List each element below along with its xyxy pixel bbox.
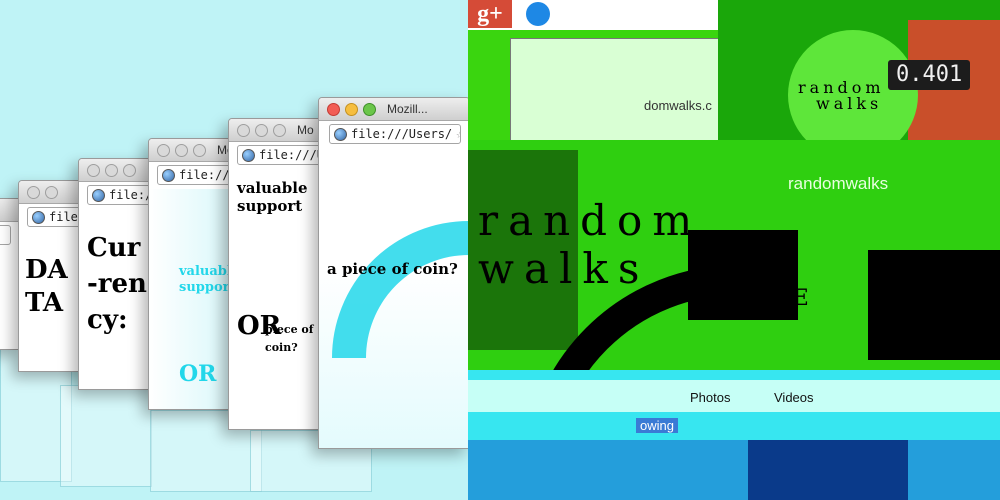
site-word: walks [816,94,883,113]
zoom-dot-icon[interactable] [273,124,286,137]
globe-icon [334,127,347,141]
window-titlebar[interactable]: Mozill... [319,98,469,121]
content-line: support [237,197,303,215]
globe-icon [32,210,45,224]
glitch-art-canvas: file file:/// DA TA file:///U Cur -ren c… [0,0,1000,500]
close-dot-icon[interactable] [27,186,40,199]
site-word-large: random [478,196,703,245]
glitch-block [468,380,1000,412]
minimize-dot-icon[interactable] [345,103,358,116]
content-line: -ren [87,269,147,299]
minimize-dot-icon[interactable] [105,164,118,177]
glitch-collage: g+ random walks 0.401 domwalks.c random … [468,0,1000,500]
content-line: support [179,280,236,295]
window-titlebar[interactable]: Mo [149,139,239,162]
minimize-dot-icon[interactable] [255,124,268,137]
tab-photos[interactable]: Photos [690,390,730,405]
page-content: valuable support OR [149,189,239,409]
site-name-text: randomwalks [788,174,889,193]
window-title: Mo [297,123,314,137]
page-content: a piece of coin? [319,148,469,448]
domain-text: domwalks.c [644,98,712,113]
counter-readout: 0.401 [888,60,971,90]
window-title: Mozill... [387,102,428,116]
browser-window-6[interactable]: Mozill... file:///Users/ ☆ a piece of co… [318,97,470,449]
brand-letter: g+ [477,0,503,27]
profile-icon[interactable] [526,2,550,26]
content-line: a piece of coin? [327,260,458,278]
google-plus-icon[interactable]: g+ [468,0,512,28]
page-content: Cur -ren cy: [79,209,159,389]
content-line: valuable [237,179,308,197]
content-line: cy: [87,305,128,335]
window-titlebar[interactable] [79,159,159,182]
content-line: OR [179,361,217,387]
close-dot-icon[interactable] [237,124,250,137]
tab-videos[interactable]: Videos [774,390,814,405]
zoom-dot-icon[interactable] [363,103,376,116]
browser-window-4[interactable]: Mo file:///Us valuable support OR [148,138,240,410]
star-icon[interactable]: ☆ [456,127,460,141]
zoom-dot-icon[interactable] [123,164,136,177]
zoom-dot-icon[interactable] [193,144,206,157]
cyan-arc-shape [332,221,469,359]
address-text: file:///Users/ [351,127,453,141]
globe-icon [92,188,105,202]
address-bar[interactable]: file [0,225,11,245]
glitch-block [868,250,1000,360]
minimize-dot-icon[interactable] [175,144,188,157]
tab-following[interactable]: owing [636,418,678,433]
close-dot-icon[interactable] [327,103,340,116]
close-dot-icon[interactable] [157,144,170,157]
ghost-frame [60,385,152,487]
glitch-block [748,440,908,500]
address-bar[interactable]: file:///Users/ ☆ [329,124,461,144]
globe-icon [242,148,255,162]
address-bar[interactable]: file:///Use [237,145,329,165]
page-content: valuable support OR piece of coin? [229,169,329,429]
window-titlebar[interactable] [229,119,329,142]
glitch-block [510,38,732,150]
close-dot-icon[interactable] [87,164,100,177]
content-line: Cur [87,233,141,263]
globe-icon [162,168,175,182]
glitch-block [468,440,1000,500]
content-line: TA [25,288,64,318]
minimize-dot-icon[interactable] [45,186,58,199]
content-line: DA [25,255,68,285]
browser-window-5[interactable]: Mo file:///Use valuable support OR piece… [228,118,330,430]
